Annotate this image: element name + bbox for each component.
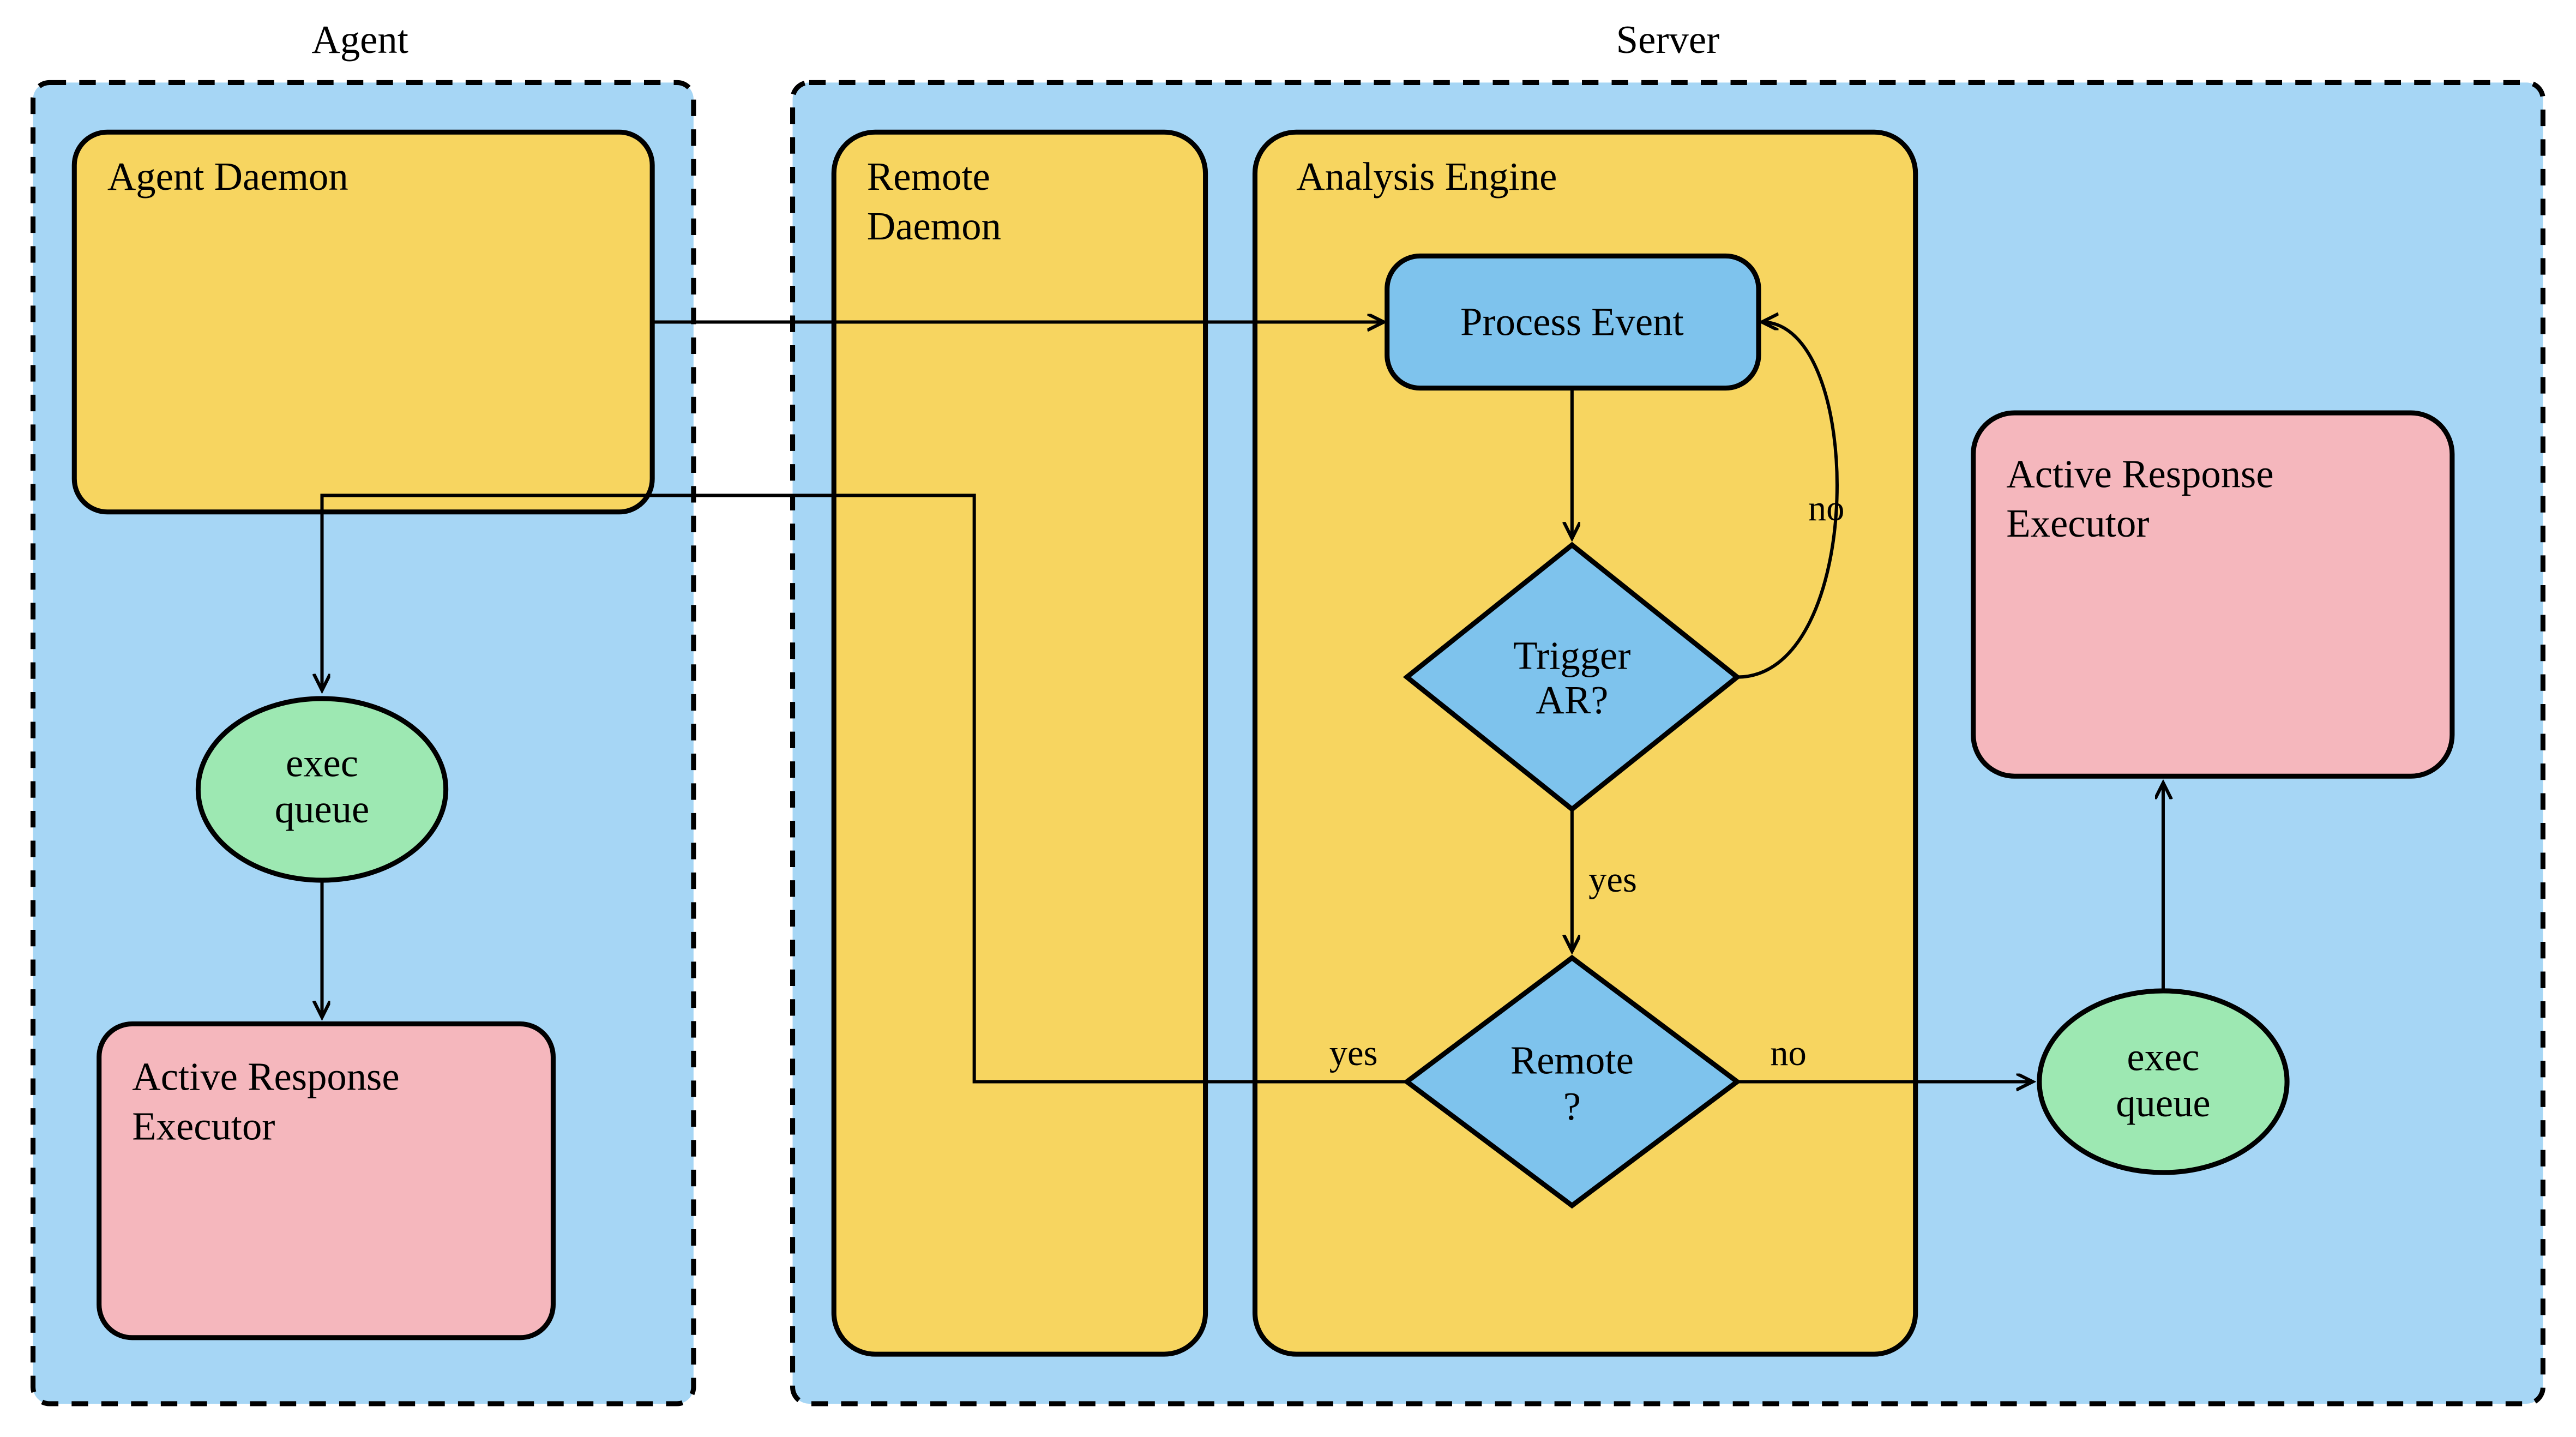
edge-triggerar-no-label: no — [1808, 489, 1845, 528]
edge-remoteq-no-label: no — [1770, 1033, 1807, 1073]
process-event-label: Process Event — [1460, 300, 1684, 344]
remote-q-line2: ? — [1563, 1084, 1581, 1128]
server-group-title: Server — [1616, 17, 1720, 62]
server-ar-executor-line2: Executor — [2006, 501, 2149, 545]
edge-triggerar-yes-label: yes — [1588, 860, 1637, 900]
agent-ar-executor-line1: Active Response — [132, 1055, 399, 1099]
agent-ar-executor-line2: Executor — [132, 1104, 275, 1148]
remote-daemon-node — [834, 132, 1205, 1354]
agent-group-title: Agent — [311, 17, 408, 62]
trigger-ar-line1: Trigger — [1513, 633, 1630, 677]
server-ar-executor-line1: Active Response — [2006, 452, 2273, 496]
remote-daemon-line1: Remote — [867, 154, 990, 199]
edge-remoteq-yes-label: yes — [1329, 1033, 1378, 1073]
agent-exec-queue-line2: queue — [275, 787, 369, 831]
diagram-canvas: Agent Agent Daemon exec queue Active Res… — [0, 0, 2576, 1437]
agent-exec-queue-line1: exec — [286, 741, 358, 785]
trigger-ar-line2: AR? — [1536, 678, 1608, 722]
server-exec-queue-line1: exec — [2127, 1035, 2199, 1079]
remote-q-line1: Remote — [1510, 1038, 1634, 1082]
server-exec-queue-line2: queue — [2116, 1081, 2210, 1125]
analysis-engine-label: Analysis Engine — [1296, 154, 1557, 199]
agent-daemon-label: Agent Daemon — [107, 154, 348, 199]
remote-daemon-line2: Daemon — [867, 204, 1001, 248]
